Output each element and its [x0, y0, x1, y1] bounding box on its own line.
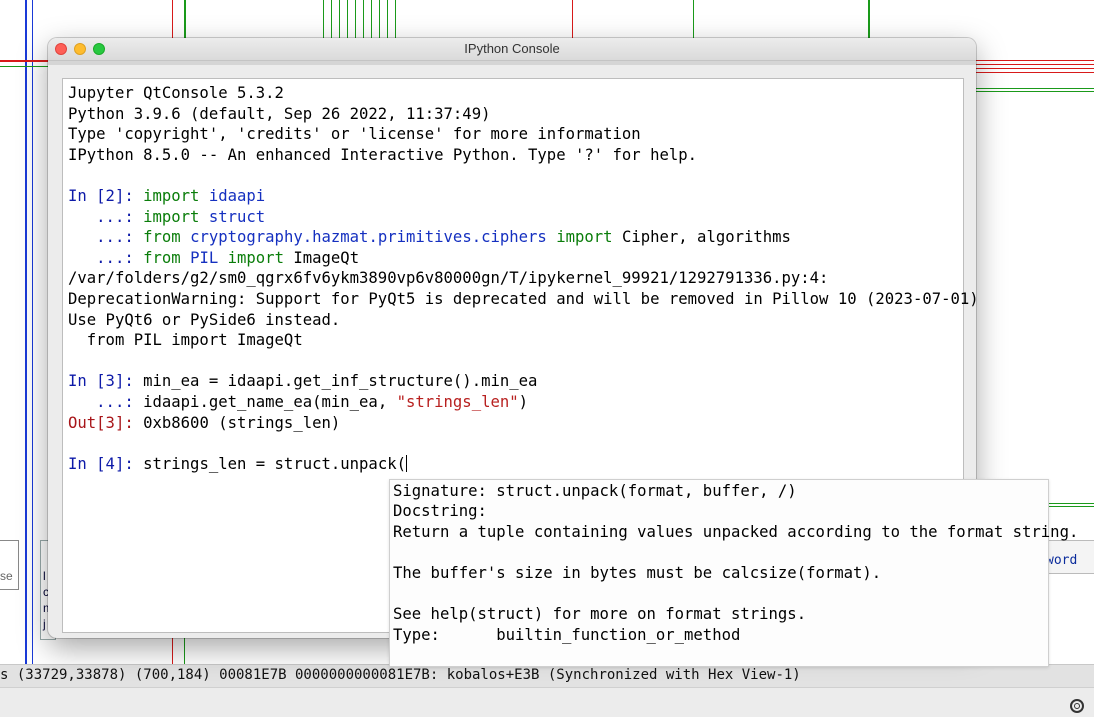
bg-graph-line — [0, 66, 48, 67]
module-name: struct — [209, 208, 265, 226]
warning-line: from PIL import ImageQt — [68, 330, 303, 350]
title-bar[interactable]: IPython Console — [48, 38, 976, 61]
continuation-prompt: ...: — [68, 208, 143, 226]
input-line: ...: from PIL import ImageQt — [68, 248, 359, 268]
bg-node-line: j — [43, 617, 46, 631]
calltip-popup: Signature: struct.unpack(format, buffer,… — [389, 479, 1049, 667]
calltip-line: See help(struct) for more on format stri… — [393, 604, 806, 624]
bg-graph-line — [572, 0, 573, 38]
input-prompt: In [3]: — [68, 372, 143, 390]
code-text: idaapi.get_name_ea(min_ea, — [143, 393, 396, 411]
continuation-prompt: ...: — [68, 228, 143, 246]
calltip-line: Docstring: — [393, 501, 487, 521]
output-value: 0xb8600 (strings_len) — [143, 414, 340, 432]
bg-graph-line — [172, 0, 173, 38]
bg-keyword: word — [1046, 553, 1077, 568]
text-cursor — [406, 455, 407, 472]
module-name: idaapi — [209, 187, 265, 205]
warning-line: DeprecationWarning: Support for PyQt5 is… — [68, 289, 976, 309]
bg-node-text: se — [0, 569, 13, 583]
code-text: ) — [519, 393, 528, 411]
bg-graph-line — [25, 0, 27, 664]
keyword: from — [143, 249, 181, 267]
banner-line: Jupyter QtConsole 5.3.2 — [68, 83, 284, 103]
banner-line: Type 'copyright', 'credits' or 'license'… — [68, 124, 641, 144]
module-name: cryptography.hazmat.primitives.ciphers — [190, 228, 547, 246]
input-line: In [3]: min_ea = idaapi.get_inf_structur… — [68, 371, 537, 391]
output-prompt: Out[3]: — [68, 414, 143, 432]
bottom-toolbar — [0, 687, 1094, 717]
banner-line: Python 3.9.6 (default, Sep 26 2022, 11:3… — [68, 104, 490, 124]
bg-node-line: l — [43, 569, 46, 583]
bg-graph-line — [1048, 503, 1094, 507]
calltip-line: The buffer's size in bytes must be calcs… — [393, 563, 881, 583]
bg-graph-line — [32, 0, 33, 664]
import-names: ImageQt — [293, 249, 359, 267]
input-line: ...: import struct — [68, 207, 265, 227]
code-text: min_ea = idaapi.get_inf_structure().min_… — [143, 372, 537, 390]
keyword: import — [143, 208, 199, 226]
keyword: import — [556, 228, 612, 246]
bg-graph-line — [184, 0, 186, 38]
output-line: Out[3]: 0xb8600 (strings_len) — [68, 413, 340, 433]
banner-line: IPython 8.5.0 -- An enhanced Interactive… — [68, 145, 697, 165]
status-bar: s (33729,33878) (700,184) 00081E7B 00000… — [0, 664, 1094, 687]
input-line: ...: from cryptography.hazmat.primitives… — [68, 227, 791, 247]
string-literal: "strings_len" — [397, 393, 519, 411]
keyword: import — [143, 187, 199, 205]
calltip-line: Type: builtin_function_or_method — [393, 625, 740, 645]
settings-icon[interactable] — [1070, 699, 1084, 713]
keyword: import — [228, 249, 284, 267]
continuation-prompt: ...: — [68, 393, 143, 411]
code-input[interactable]: strings_len = struct.unpack( — [143, 455, 406, 473]
bg-node-fragment: se — [0, 540, 19, 590]
bg-graph-line — [323, 0, 403, 38]
window-title: IPython Console — [48, 41, 976, 56]
input-line: ...: idaapi.get_name_ea(min_ea, "strings… — [68, 392, 528, 412]
warning-line: Use PyQt6 or PySide6 instead. — [68, 310, 340, 330]
continuation-prompt: ...: — [68, 249, 143, 267]
module-name: PIL — [190, 249, 218, 267]
calltip-line: Signature: struct.unpack(format, buffer,… — [393, 481, 797, 501]
bg-graph-line — [0, 60, 48, 62]
import-names: Cipher, algorithms — [622, 228, 791, 246]
bg-graph-line — [868, 0, 870, 38]
warning-line: /var/folders/g2/sm0_qgrx6fv6ykm3890vp6v8… — [68, 268, 828, 288]
bg-graph-line — [172, 638, 173, 664]
bg-graph-line — [976, 88, 1094, 92]
bg-graph-line — [976, 60, 1094, 74]
calltip-line: Return a tuple containing values unpacke… — [393, 522, 1078, 542]
keyword: from — [143, 228, 181, 246]
bg-graph-line — [693, 0, 694, 38]
bg-graph-line — [184, 638, 185, 664]
input-prompt: In [2]: — [68, 187, 143, 205]
current-input-line[interactable]: In [4]: strings_len = struct.unpack( — [68, 454, 407, 474]
toolbar-strip — [48, 61, 976, 65]
input-prompt: In [4]: — [68, 455, 143, 473]
input-line: In [2]: import idaapi — [68, 186, 265, 206]
